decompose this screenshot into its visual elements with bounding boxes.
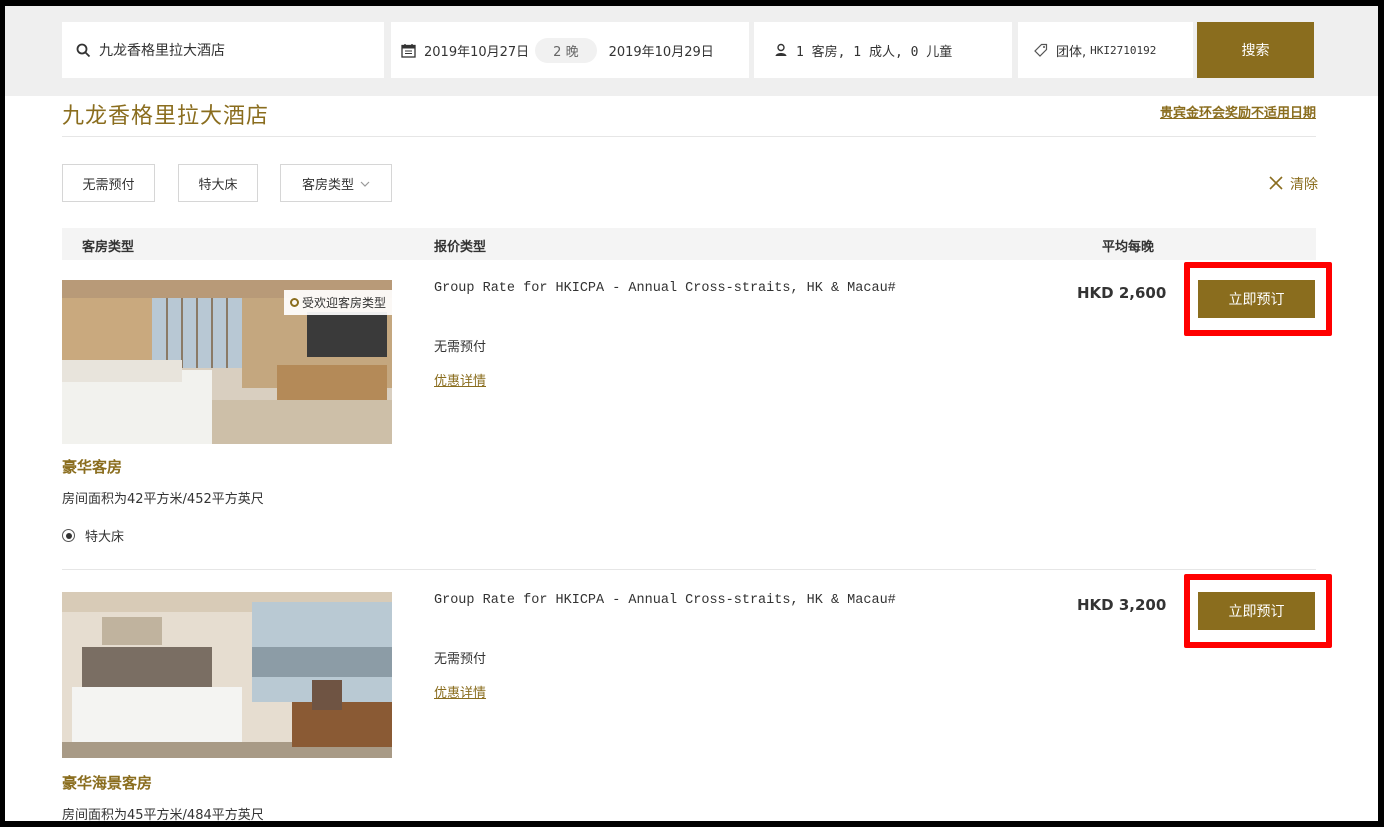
price-per-night: HKD 2,600 [1077,284,1167,302]
reward-exclusion-link[interactable]: 贵宾金环会奖励不适用日期 [1160,102,1316,121]
room-photo[interactable]: 受欢迎客房类型 [62,280,392,444]
room-name[interactable]: 豪华海景客房 [62,772,152,793]
divider [62,569,1316,570]
checkout-date: 2019年10月29日 [608,44,714,60]
code-type-label: 团体, [1056,44,1087,60]
bed-option-king[interactable]: 特大床 [62,526,124,545]
room-name[interactable]: 豪华客房 [62,456,122,477]
page: 九龙香格里拉大酒店 2019年10月27日 2 晚 2019年10月29日 1 … [5,6,1378,821]
room-size: 房间面积为45平方米/484平方英尺 [62,808,264,821]
guests-field[interactable]: 1 客房, 1 成人, 0 儿童 [754,22,1012,78]
book-now-button[interactable]: 立即预订 [1198,280,1315,318]
code-value: HKI2710192 [1090,43,1157,57]
nights-count: 2 晚 [535,37,597,63]
header-rate-type: 报价类型 [434,240,487,255]
rate-name: Group Rate for HKICPA - Annual Cross-str… [434,281,896,296]
filter-room-type-label: 客房类型 [301,177,354,193]
search-icon [76,43,91,58]
radio-selected-icon[interactable] [62,529,75,542]
room-photo[interactable] [62,592,392,758]
rates-table-header: 客房类型 报价类型 平均每晚 [62,228,1316,260]
room-size: 房间面积为42平方米/452平方英尺 [62,492,264,507]
person-icon [774,43,788,57]
close-icon [1268,174,1284,194]
calendar-icon [401,43,416,58]
header-room-type: 客房类型 [82,240,135,255]
filter-no-prepay[interactable]: 无需预付 [62,164,155,202]
clear-filters-button[interactable]: 清除 [1268,174,1318,194]
clear-label: 清除 [1290,177,1318,193]
destination-field[interactable]: 九龙香格里拉大酒店 [62,22,384,78]
chevron-down-icon [360,177,370,190]
tag-icon [1034,43,1048,57]
popular-label: 受欢迎客房类型 [301,296,386,310]
search-button[interactable]: 搜索 [1197,22,1314,78]
offer-details-link[interactable]: 优惠详情 [434,370,486,389]
destination-value: 九龙香格里拉大酒店 [99,43,225,59]
room-row: 受欢迎客房类型 豪华客房 房间面积为42平方米/452平方英尺 特大床 Grou… [62,260,1332,570]
bed-option-label: 特大床 [85,530,125,545]
price-per-night: HKD 3,200 [1077,596,1167,614]
popular-icon [289,298,299,307]
guests-value: 1 客房, 1 成人, 0 儿童 [796,44,953,60]
prepay-note: 无需预付 [434,652,487,667]
divider [62,136,1316,137]
rate-name: Group Rate for HKICPA - Annual Cross-str… [434,593,896,608]
filter-room-type-dropdown[interactable]: 客房类型 [280,164,392,202]
checkin-date: 2019年10月27日 [424,44,530,60]
search-bar: 九龙香格里拉大酒店 2019年10月27日 2 晚 2019年10月29日 1 … [5,6,1378,96]
prepay-note: 无需预付 [434,340,487,355]
book-now-button[interactable]: 立即预订 [1198,592,1315,630]
offer-details-link[interactable]: 优惠详情 [434,682,486,701]
special-code-field[interactable]: 团体, HKI2710192 [1018,22,1193,78]
filter-king-bed[interactable]: 特大床 [178,164,258,202]
date-field[interactable]: 2019年10月27日 2 晚 2019年10月29日 [391,22,749,78]
room-row: 豪华海景客房 房间面积为45平方米/484平方英尺 Group Rate for… [62,572,1332,821]
hotel-title: 九龙香格里拉大酒店 [62,104,270,129]
header-avg-per-night: 平均每晚 [1102,240,1155,255]
popular-room-badge: 受欢迎客房类型 [283,290,392,315]
